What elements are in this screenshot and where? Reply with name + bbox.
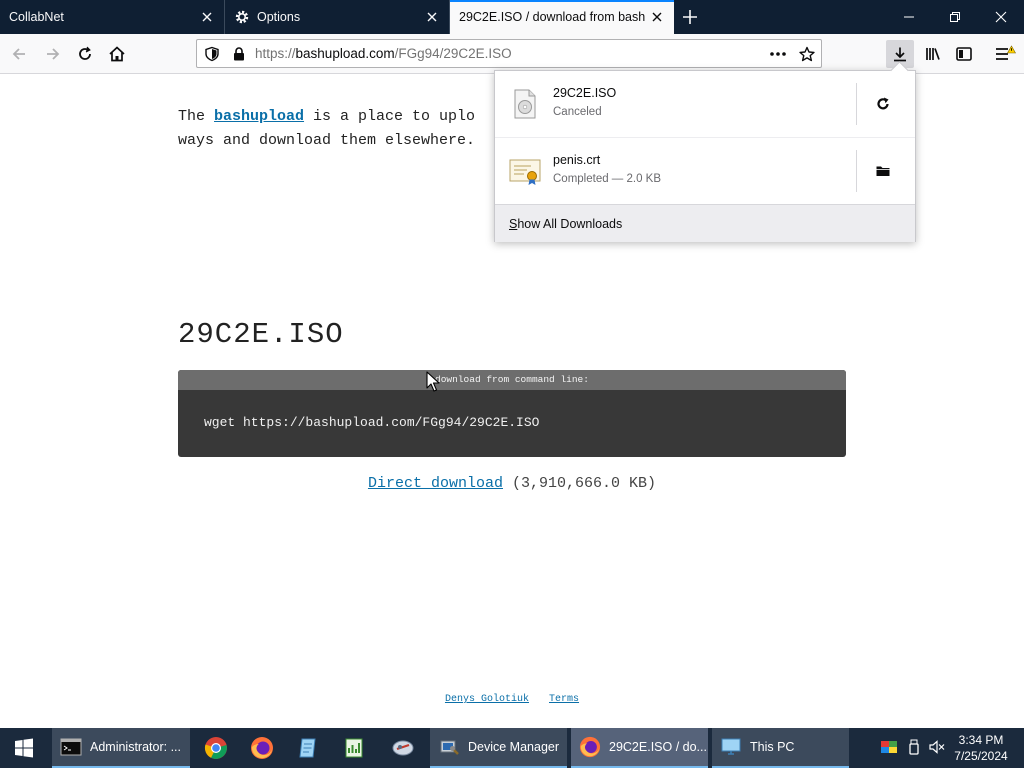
- show-all-label: Show All Downloads: [509, 217, 623, 231]
- taskbar-chrome[interactable]: [196, 728, 236, 768]
- reload-icon[interactable]: [72, 41, 98, 67]
- taskbar: Administrator: ... Device Manager 29C2E.…: [0, 728, 1024, 768]
- forward-icon[interactable]: [40, 41, 66, 67]
- volume-muted-icon[interactable]: [928, 738, 946, 756]
- taskbar-app-this-pc[interactable]: This PC: [712, 728, 849, 768]
- taskbar-tool[interactable]: [380, 728, 426, 768]
- download-status: Completed — 2.0 KB: [553, 173, 662, 185]
- page-actions-icon[interactable]: [769, 46, 786, 62]
- direct-download-link[interactable]: Direct download: [368, 475, 503, 492]
- bashupload-link[interactable]: bashupload: [214, 108, 304, 125]
- taskbar-firefox[interactable]: [242, 728, 282, 768]
- tab-title: CollabNet: [9, 10, 64, 24]
- new-tab-icon[interactable]: [680, 7, 700, 27]
- disc-file-icon: [509, 88, 541, 120]
- gear-icon: [235, 10, 249, 24]
- wget-command[interactable]: wget https://bashupload.com/FGg94/29C2E.…: [204, 415, 539, 430]
- divider: [856, 150, 857, 192]
- retry-icon[interactable]: [871, 93, 895, 115]
- command-header: download from command line:: [178, 370, 846, 390]
- device-manager-icon: [440, 740, 459, 755]
- download-item[interactable]: penis.crt Completed — 2.0 KB: [495, 138, 915, 204]
- download-status: Canceled: [553, 106, 602, 118]
- downloads-panel: 29C2E.ISO Canceled penis.crt Completed —…: [494, 70, 916, 242]
- direct-download-line: Direct download (3,910,666.0 KB): [0, 475, 1024, 492]
- url-path: /FGg94/29C2E.ISO: [394, 46, 512, 61]
- intro-continued: is a place to uplo: [304, 108, 476, 125]
- system-clock[interactable]: 3:34 PM 7/25/2024: [946, 732, 1016, 764]
- restore-icon[interactable]: [932, 0, 978, 34]
- close-tab-icon[interactable]: [200, 10, 214, 24]
- file-title: 29C2E.ISO: [178, 318, 344, 351]
- notepad-icon: [299, 738, 316, 758]
- taskbar-app-label: Device Manager: [468, 740, 560, 754]
- folder-icon[interactable]: [871, 160, 895, 182]
- library-icon[interactable]: [920, 41, 946, 67]
- file-size: (3,910,666.0 KB): [503, 475, 657, 492]
- taskbar-spreadsheet[interactable]: [334, 728, 374, 768]
- this-pc-icon: [721, 738, 741, 755]
- usb-icon[interactable]: [905, 738, 923, 756]
- menu-icon[interactable]: [992, 41, 1018, 67]
- command-box: download from command line: wget https:/…: [178, 370, 846, 457]
- firefox-icon: [251, 737, 273, 759]
- windows-logo-icon: [15, 738, 33, 758]
- clock-date: 7/25/2024: [954, 749, 1008, 763]
- tab-options[interactable]: Options: [225, 0, 450, 34]
- minimize-icon[interactable]: [886, 0, 932, 34]
- tab-title: 29C2E.ISO / download from bashup: [459, 10, 645, 24]
- tab-strip: CollabNet Options 29C2E.ISO / download f…: [0, 0, 1024, 34]
- url-text[interactable]: https://bashupload.com/FGg94/29C2E.ISO: [255, 46, 512, 61]
- tab-title: Options: [257, 10, 301, 24]
- tool-icon: [392, 740, 414, 756]
- intro-line-1: The bashupload is a place to uplo: [178, 105, 508, 129]
- close-window-icon[interactable]: [978, 0, 1024, 34]
- url-scheme: https://: [255, 46, 296, 61]
- taskbar-notepad[interactable]: [288, 728, 328, 768]
- certificate-icon: [509, 155, 541, 187]
- show-all-downloads-button[interactable]: Show All Downloads: [495, 204, 915, 242]
- taskbar-app-label: Administrator: ...: [90, 740, 181, 754]
- start-button[interactable]: [0, 728, 48, 768]
- footer: Denys Golotiuk Terms: [0, 694, 1024, 705]
- home-icon[interactable]: [104, 41, 130, 67]
- url-host: bashupload.com: [295, 46, 395, 61]
- firefox-icon: [579, 736, 601, 758]
- color-tray-icon[interactable]: [880, 738, 898, 756]
- tab-collabnet[interactable]: CollabNet: [0, 0, 225, 34]
- intro-text: The bashupload is a place to uplo ways a…: [178, 105, 508, 153]
- author-link[interactable]: Denys Golotiuk: [445, 694, 529, 705]
- taskbar-app-device-manager[interactable]: Device Manager: [430, 728, 567, 768]
- taskbar-app-label: This PC: [750, 740, 795, 754]
- nav-toolbar: https://bashupload.com/FGg94/29C2E.ISO: [0, 34, 1024, 74]
- taskbar-app-label: 29C2E.ISO / do...: [609, 740, 707, 754]
- bookmark-star-icon[interactable]: [799, 46, 815, 62]
- terms-link[interactable]: Terms: [549, 694, 579, 705]
- cmd-icon: [60, 738, 82, 756]
- intro-word: The: [178, 108, 215, 125]
- spreadsheet-icon: [345, 738, 363, 758]
- shield-icon[interactable]: [204, 46, 220, 62]
- clock-time: 3:34 PM: [958, 733, 1004, 747]
- back-icon[interactable]: [6, 41, 32, 67]
- intro-line-2: ways and download them elsewhere.: [178, 132, 476, 149]
- taskbar-app-firefox-window[interactable]: 29C2E.ISO / do...: [571, 728, 708, 768]
- download-filename: 29C2E.ISO: [553, 86, 617, 100]
- lock-icon[interactable]: [231, 46, 247, 62]
- sidebar-icon[interactable]: [951, 41, 977, 67]
- url-bar[interactable]: https://bashupload.com/FGg94/29C2E.ISO: [196, 39, 822, 68]
- divider: [856, 83, 857, 125]
- mouse-cursor-icon: [426, 371, 440, 393]
- download-item[interactable]: 29C2E.ISO Canceled: [495, 71, 915, 137]
- close-tab-icon[interactable]: [650, 10, 664, 24]
- taskbar-app-admin-cmd[interactable]: Administrator: ...: [52, 728, 190, 768]
- close-tab-icon[interactable]: [425, 10, 439, 24]
- chrome-icon: [204, 737, 227, 759]
- download-filename: penis.crt: [553, 153, 601, 167]
- tab-bashupload[interactable]: 29C2E.ISO / download from bashup: [450, 0, 674, 34]
